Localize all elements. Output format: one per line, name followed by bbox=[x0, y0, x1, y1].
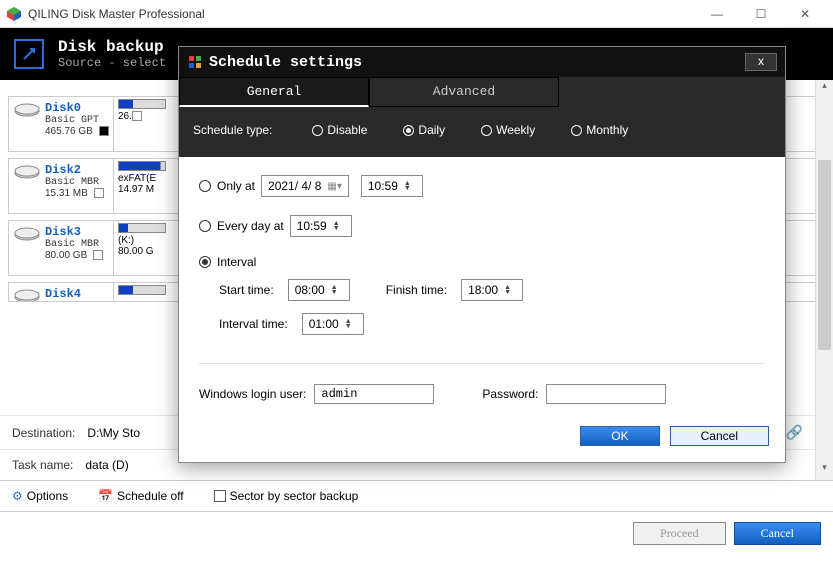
partition-size: 14.97 M bbox=[118, 184, 154, 195]
disk-name: Disk3 bbox=[45, 225, 103, 239]
partition-box[interactable]: exFAT(E 14.97 M bbox=[113, 159, 170, 213]
spinner-icon[interactable]: ▲▼ bbox=[345, 319, 357, 329]
taskname-value: data (D) bbox=[85, 458, 128, 472]
options-bar: ⚙Options 📅Schedule off Sector by sector … bbox=[0, 480, 833, 511]
partition-box[interactable]: (K:) 80.00 G bbox=[113, 221, 170, 275]
disk-checkbox[interactable] bbox=[93, 250, 103, 260]
disk-type: Basic MBR bbox=[45, 177, 104, 188]
destination-label: Destination: bbox=[12, 426, 75, 440]
close-button[interactable]: ✕ bbox=[783, 0, 827, 28]
password-input[interactable] bbox=[546, 384, 666, 404]
every-day-time-field[interactable]: 10:59▲▼ bbox=[290, 215, 352, 237]
partition-label: (K:) bbox=[118, 235, 166, 246]
dialog-footer: OK Cancel bbox=[179, 414, 785, 462]
dialog-title: Schedule settings bbox=[209, 54, 745, 71]
schedule-button[interactable]: 📅Schedule off bbox=[98, 489, 183, 503]
only-at-date-field[interactable]: 2021/ 4/ 8▦▾ bbox=[261, 175, 349, 197]
options-button[interactable]: ⚙Options bbox=[12, 489, 68, 503]
gear-icon: ⚙ bbox=[12, 489, 23, 503]
proceed-button[interactable]: Proceed bbox=[633, 522, 726, 545]
schedule-type-label: Schedule type: bbox=[193, 123, 272, 137]
dialog-icon bbox=[187, 54, 203, 70]
calendar-dropdown-icon[interactable]: ▦▾ bbox=[327, 181, 341, 192]
spinner-icon[interactable]: ▲▼ bbox=[333, 221, 345, 231]
tab-general[interactable]: General bbox=[179, 77, 369, 107]
disk-checkbox[interactable] bbox=[94, 188, 104, 198]
disk-type: Basic MBR bbox=[45, 239, 103, 250]
finish-time-field[interactable]: 18:00▲▼ bbox=[461, 279, 523, 301]
partition-label: exFAT(E bbox=[118, 173, 166, 184]
disk-icon bbox=[13, 225, 41, 247]
maximize-button[interactable]: ☐ bbox=[739, 0, 783, 28]
disk-icon bbox=[13, 287, 41, 302]
scroll-thumb[interactable] bbox=[818, 160, 831, 350]
partition-size: 80.00 G bbox=[118, 246, 154, 257]
spinner-icon[interactable]: ▲▼ bbox=[404, 181, 416, 191]
page-subtitle: Source - select bbox=[58, 56, 166, 70]
only-at-time-field[interactable]: 10:59▲▼ bbox=[361, 175, 423, 197]
scroll-up-icon[interactable]: ▴ bbox=[816, 80, 833, 98]
scroll-down-icon[interactable]: ▾ bbox=[816, 462, 833, 480]
disk-icon bbox=[13, 163, 41, 185]
checkbox-icon[interactable] bbox=[214, 490, 226, 502]
disk-name: Disk0 bbox=[45, 101, 109, 115]
title-bar: QILING Disk Master Professional — ☐ ✕ bbox=[0, 0, 833, 28]
interval-settings: Start time: 08:00▲▼ Finish time: 18:00▲▼… bbox=[199, 279, 765, 335]
cancel-button[interactable]: Cancel bbox=[734, 522, 821, 545]
backup-icon bbox=[14, 39, 44, 69]
dialog-cancel-button[interactable]: Cancel bbox=[670, 426, 769, 446]
schedule-type-row: Schedule type: Disable Daily Weekly Mont… bbox=[179, 107, 785, 157]
radio-every-day[interactable] bbox=[199, 220, 211, 232]
dialog-body: Only at 2021/ 4/ 8▦▾ 10:59▲▼ Every day a… bbox=[179, 157, 785, 414]
radio-interval[interactable] bbox=[199, 256, 211, 268]
radio-disable[interactable]: Disable bbox=[312, 123, 367, 137]
disk-size: 15.31 MB bbox=[45, 188, 88, 199]
radio-daily[interactable]: Daily bbox=[403, 123, 445, 137]
login-row: Windows login user: Password: bbox=[199, 363, 765, 404]
interval-option[interactable]: Interval bbox=[199, 255, 765, 269]
sector-checkbox-row[interactable]: Sector by sector backup bbox=[214, 489, 359, 503]
taskname-label: Task name: bbox=[12, 458, 73, 472]
schedule-settings-dialog: Schedule settings x General Advanced Sch… bbox=[178, 46, 786, 463]
destination-value: D:\My Sto bbox=[87, 426, 140, 440]
partition-box[interactable]: 26. bbox=[113, 97, 170, 151]
footer-bar: Proceed Cancel bbox=[0, 511, 833, 555]
spinner-icon[interactable]: ▲▼ bbox=[504, 285, 516, 295]
spinner-icon[interactable]: ▲▼ bbox=[331, 285, 343, 295]
start-time-label: Start time: bbox=[219, 283, 274, 297]
login-user-label: Windows login user: bbox=[199, 387, 306, 401]
finish-time-label: Finish time: bbox=[386, 283, 447, 297]
dialog-header: Schedule settings x bbox=[179, 47, 785, 77]
dialog-close-button[interactable]: x bbox=[745, 53, 777, 71]
disk-type: Basic GPT bbox=[45, 115, 109, 126]
window-title: QILING Disk Master Professional bbox=[28, 7, 695, 21]
start-time-field[interactable]: 08:00▲▼ bbox=[288, 279, 350, 301]
tab-row: General Advanced bbox=[179, 77, 785, 107]
minimize-button[interactable]: — bbox=[695, 0, 739, 28]
tab-advanced[interactable]: Advanced bbox=[369, 77, 559, 107]
partition-checkbox[interactable] bbox=[132, 111, 142, 121]
calendar-icon: 📅 bbox=[98, 489, 113, 503]
scrollbar[interactable]: ▴ ▾ bbox=[815, 80, 833, 480]
disk-icon bbox=[13, 101, 41, 123]
interval-time-label: Interval time: bbox=[219, 317, 288, 331]
radio-only-at[interactable] bbox=[199, 180, 211, 192]
password-label: Password: bbox=[482, 387, 538, 401]
radio-monthly[interactable]: Monthly bbox=[571, 123, 628, 137]
interval-time-field[interactable]: 01:00▲▼ bbox=[302, 313, 364, 335]
radio-weekly[interactable]: Weekly bbox=[481, 123, 535, 137]
only-at-option[interactable]: Only at 2021/ 4/ 8▦▾ 10:59▲▼ bbox=[199, 175, 765, 197]
every-day-option[interactable]: Every day at 10:59▲▼ bbox=[199, 215, 765, 237]
connection-icon[interactable]: 🔗 bbox=[786, 424, 803, 441]
disk-size: 465.76 GB bbox=[45, 126, 93, 137]
disk-name: Disk4 bbox=[45, 287, 81, 301]
page-title: Disk backup bbox=[58, 38, 166, 56]
ok-button[interactable]: OK bbox=[580, 426, 659, 446]
disk-size: 80.00 GB bbox=[45, 250, 87, 261]
login-user-input[interactable] bbox=[314, 384, 434, 404]
disk-checkbox[interactable] bbox=[99, 126, 109, 136]
partition-label: 26. bbox=[118, 111, 132, 122]
disk-name: Disk2 bbox=[45, 163, 104, 177]
app-logo-icon bbox=[6, 6, 22, 22]
